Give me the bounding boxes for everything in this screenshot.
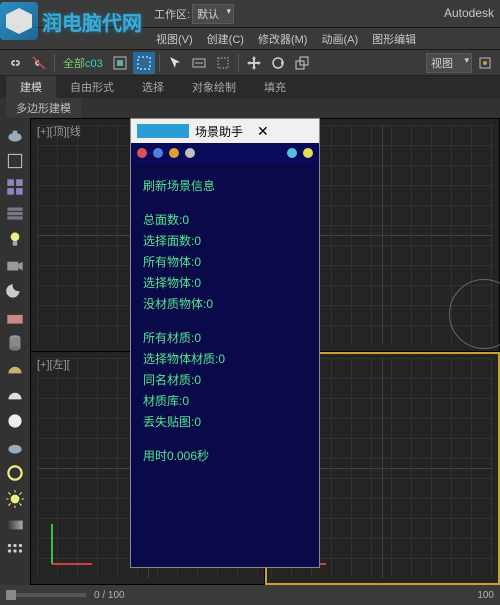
material-library: 材质库:0 xyxy=(143,392,307,410)
tool-dot-2[interactable] xyxy=(153,148,163,158)
frame-end: 100 xyxy=(477,590,494,601)
tool-dot-1[interactable] xyxy=(137,148,147,158)
selected-objects: 选择物体:0 xyxy=(143,274,307,292)
scale-icon[interactable] xyxy=(291,52,313,74)
circle-yellow-icon[interactable] xyxy=(4,462,26,484)
dome-sand-icon[interactable] xyxy=(4,358,26,380)
ribbon-subtabs: 多边形建模 xyxy=(0,98,500,118)
rotate-icon[interactable] xyxy=(267,52,289,74)
tool-dot-4[interactable] xyxy=(185,148,195,158)
viewport-label-left[interactable]: [+][左][ xyxy=(37,356,70,372)
sun-icon[interactable] xyxy=(4,488,26,510)
clapper-icon[interactable] xyxy=(4,306,26,328)
selected-materials: 选择物体材质:0 xyxy=(143,350,307,368)
tool-dot-3[interactable] xyxy=(169,148,179,158)
status-bar: 0 / 100 100 xyxy=(0,585,500,605)
axis-gizmo xyxy=(51,504,111,564)
tab-populate[interactable]: 填充 xyxy=(250,76,300,98)
light-icon[interactable] xyxy=(4,228,26,250)
pivot-icon[interactable] xyxy=(474,52,496,74)
dialog-toolbar xyxy=(131,143,319,163)
move-icon[interactable] xyxy=(243,52,265,74)
close-icon[interactable]: ✕ xyxy=(253,123,313,140)
select-filter-icon[interactable] xyxy=(109,52,131,74)
tab-freeform[interactable]: 自由形式 xyxy=(56,76,128,98)
menu-create[interactable]: 创建(C) xyxy=(201,29,250,49)
ref-coord-combo[interactable]: 视图 xyxy=(426,53,472,73)
tab-selection[interactable]: 选择 xyxy=(128,76,178,98)
select-rect-icon[interactable] xyxy=(212,52,234,74)
all-objects: 所有物体:0 xyxy=(143,253,307,271)
tab-modeling[interactable]: 建模 xyxy=(6,76,56,98)
total-faces: 总面数:0 xyxy=(143,211,307,229)
time-slider[interactable] xyxy=(6,593,86,597)
moon-icon[interactable] xyxy=(4,280,26,302)
all-materials: 所有材质:0 xyxy=(143,329,307,347)
link-icon[interactable] xyxy=(4,52,26,74)
viewport-label-top[interactable]: [+][顶][线 xyxy=(37,123,81,139)
frame-indicator: 0 / 100 xyxy=(94,590,125,601)
axis-y xyxy=(51,524,53,564)
scene-helper-dialog: 场景助手 ✕ 刷新场景信息 总面数:0 选择面数:0 所有物体:0 选择物体:0… xyxy=(130,118,320,568)
menu-bar: 视图(V) 创建(C) 修改器(M) 动画(A) 图形编辑 xyxy=(0,28,500,50)
missing-textures: 丢失贴图:0 xyxy=(143,413,307,431)
workspace-combo[interactable]: 默认 xyxy=(192,4,234,24)
samename-materials: 同名材质:0 xyxy=(143,371,307,389)
main-toolbar: 全部c03 视图 xyxy=(0,50,500,76)
dialog-body: 刷新场景信息 总面数:0 选择面数:0 所有物体:0 选择物体:0 没材质物体:… xyxy=(131,163,319,567)
dome-white-icon[interactable] xyxy=(4,384,26,406)
teapot2-icon[interactable] xyxy=(4,436,26,458)
gradient-icon[interactable] xyxy=(4,514,26,536)
nomaterial-objects: 没材质物体:0 xyxy=(143,295,307,313)
separator xyxy=(159,54,160,72)
dialog-titlebar[interactable]: 场景助手 ✕ xyxy=(131,119,319,143)
subtab-poly-modeling[interactable]: 多边形建模 xyxy=(6,98,81,118)
camera-icon[interactable] xyxy=(4,254,26,276)
menu-view[interactable]: 视图(V) xyxy=(150,29,199,49)
app-brand: Autodesk xyxy=(444,6,494,20)
dots-icon[interactable] xyxy=(4,540,26,562)
menu-modifier[interactable]: 修改器(M) xyxy=(252,29,314,49)
teapot-icon[interactable] xyxy=(4,124,26,146)
cylinder-icon[interactable] xyxy=(4,332,26,354)
layers-icon[interactable] xyxy=(4,202,26,224)
grid-icon[interactable] xyxy=(4,176,26,198)
axis-x xyxy=(52,563,92,565)
left-toolbar xyxy=(0,118,30,585)
select-window-icon[interactable] xyxy=(133,52,155,74)
select-object-icon[interactable] xyxy=(164,52,186,74)
menu-animation[interactable]: 动画(A) xyxy=(315,29,364,49)
separator xyxy=(238,54,239,72)
menu-graphics[interactable]: 图形编辑 xyxy=(366,29,422,49)
ribbon-tabs: 建模 自由形式 选择 对象绘制 填充 xyxy=(0,76,500,98)
tool-dot-5[interactable] xyxy=(287,148,297,158)
separator xyxy=(54,54,55,72)
dialog-icon xyxy=(137,124,189,138)
filter-all-text[interactable]: 全部c03 xyxy=(59,55,107,71)
elapsed-time: 用时0.006秒 xyxy=(143,447,307,465)
unlink-icon[interactable] xyxy=(28,52,50,74)
selected-faces: 选择面数:0 xyxy=(143,232,307,250)
title-bar: 工作区: 默认 Autodesk xyxy=(0,0,500,28)
refresh-scene-info: 刷新场景信息 xyxy=(143,177,307,195)
sphere-white-icon[interactable] xyxy=(4,410,26,432)
workspace-label: 工作区: xyxy=(154,6,190,22)
tool-dot-6[interactable] xyxy=(303,148,313,158)
box-icon[interactable] xyxy=(4,150,26,172)
dialog-title: 场景助手 xyxy=(195,123,247,140)
select-name-icon[interactable] xyxy=(188,52,210,74)
tab-object-paint[interactable]: 对象绘制 xyxy=(178,76,250,98)
